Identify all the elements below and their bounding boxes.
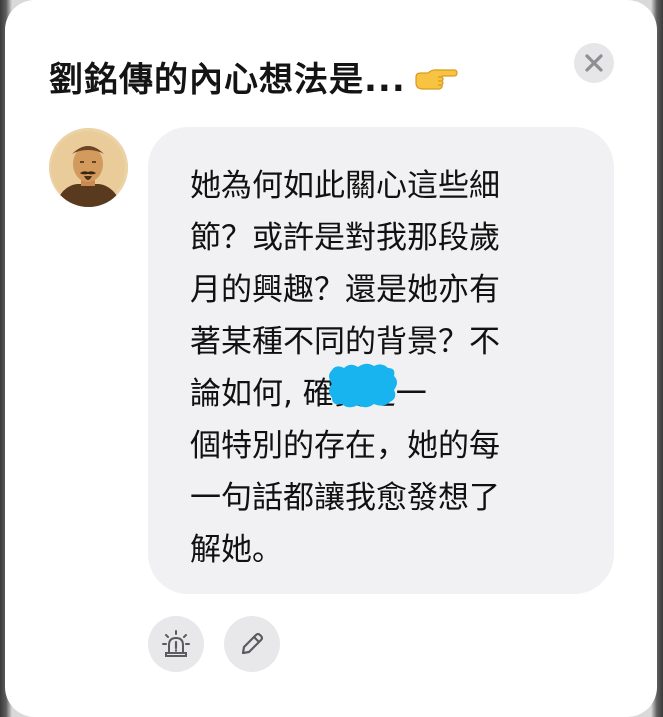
report-button[interactable] <box>148 616 204 672</box>
message-bubble: 她為何如此關心這些細 節？或許是對我那段歲 月的興趣？還是她亦有 著某種不同的背… <box>148 127 614 594</box>
pointing-hand-emoji <box>414 62 458 102</box>
pencil-icon <box>241 632 264 655</box>
close-icon <box>585 54 603 72</box>
inner-thoughts-dialog: 劉銘傳的內心想法是... 她為何如此關心這些細 節？或許是對我那段歲 月的興趣？… <box>5 0 657 717</box>
redaction-scribble <box>329 363 397 408</box>
edit-button[interactable] <box>224 616 280 672</box>
alarm-light-icon <box>162 630 190 657</box>
avatar[interactable] <box>49 128 128 207</box>
close-button[interactable] <box>574 43 614 83</box>
dialog-title-text: 劉銘傳的內心想法是... <box>49 60 406 100</box>
portrait-avatar <box>49 128 128 207</box>
dialog-title: 劉銘傳的內心想法是... <box>49 52 458 102</box>
